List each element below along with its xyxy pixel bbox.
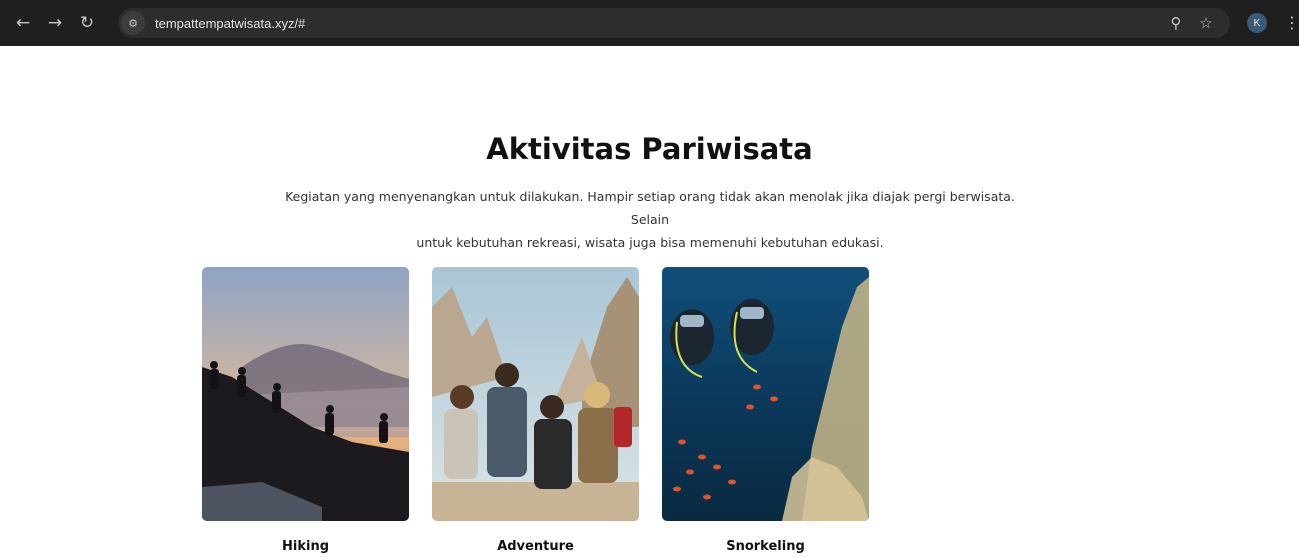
url-text[interactable]: tempattempatwisata.xyz/#	[155, 16, 305, 31]
hiking-illustration	[202, 267, 409, 521]
hiking-label[interactable]: Hiking	[202, 539, 409, 554]
bookmark-star-icon[interactable]: ☆	[1196, 14, 1216, 32]
omnibox-actions: ⚲ ☆	[1166, 8, 1216, 38]
hiking-image[interactable]	[202, 267, 409, 521]
activity-card-snorkeling[interactable]: Snorkeling	[662, 267, 869, 554]
activity-card-hiking[interactable]: Hiking	[202, 267, 409, 554]
snorkeling-label[interactable]: Snorkeling	[662, 539, 869, 554]
description-line-1: Kegiatan yang menyenangkan untuk dilakuk…	[285, 189, 1015, 227]
site-info-icon[interactable]: ⚙	[121, 11, 145, 35]
reload-icon[interactable]: ↻	[73, 9, 101, 37]
adventure-label[interactable]: Adventure	[432, 539, 639, 554]
section-description: Kegiatan yang menyenangkan untuk dilakuk…	[270, 185, 1030, 254]
snorkeling-image[interactable]	[662, 267, 869, 521]
back-arrow-icon[interactable]: ←	[9, 9, 37, 37]
section-title: Aktivitas Pariwisata	[486, 132, 813, 166]
description-line-2: untuk kebutuhan rekreasi, wisata juga bi…	[416, 235, 884, 250]
profile-avatar[interactable]: K	[1247, 13, 1267, 33]
snorkeling-illustration	[662, 267, 869, 521]
zoom-icon[interactable]: ⚲	[1166, 14, 1186, 32]
activity-card-adventure[interactable]: Adventure	[432, 267, 639, 554]
address-bar[interactable]: ⚙ tempattempatwisata.xyz/# ⚲ ☆	[118, 8, 1230, 38]
browser-toolbar: ← → ↻ ⚙ tempattempatwisata.xyz/# ⚲ ☆ K ⋮	[0, 0, 1299, 46]
adventure-image[interactable]	[432, 267, 639, 521]
kebab-menu-icon[interactable]: ⋮	[1284, 12, 1299, 34]
adventure-illustration	[432, 267, 639, 521]
forward-arrow-icon[interactable]: →	[41, 9, 69, 37]
